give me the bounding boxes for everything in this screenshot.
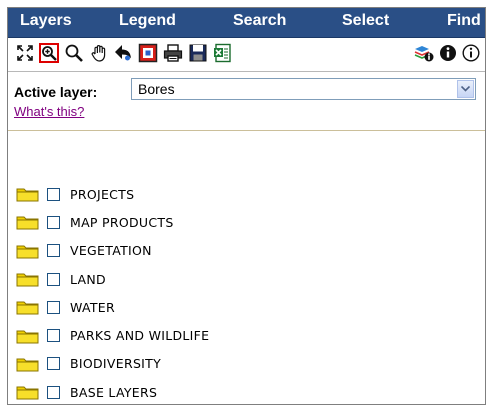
toolbar-divider: [8, 71, 485, 72]
section-divider: [8, 130, 485, 131]
layer-group-checkbox[interactable]: [47, 329, 60, 343]
layers-panel: Layers Legend Search Select Find Active …: [7, 7, 486, 405]
layer-group-label: LAND: [70, 271, 106, 287]
layer-group-label: PARKS AND WILDLIFE: [70, 328, 210, 344]
layer-group-item[interactable]: BASE LAYERS: [16, 378, 209, 404]
layer-group-item[interactable]: VEGETATION: [16, 237, 209, 265]
folder-icon[interactable]: [16, 328, 40, 344]
tab-search[interactable]: Search: [233, 12, 286, 30]
pan-hand-icon[interactable]: [88, 42, 110, 64]
layer-group-label: MAP PRODUCTS: [70, 214, 174, 230]
layer-group-checkbox[interactable]: [47, 244, 60, 258]
whats-this-link[interactable]: What's this?: [14, 104, 84, 119]
layer-group-item[interactable]: PARKS AND WILDLIFE: [16, 321, 209, 349]
layer-group-label: WATER: [70, 299, 115, 315]
active-layer-value: Bores: [138, 81, 175, 97]
folder-icon[interactable]: [16, 356, 40, 372]
active-layer-select[interactable]: Bores: [131, 78, 476, 100]
folder-icon[interactable]: [16, 186, 40, 202]
layer-group-label: PROJECTS: [70, 186, 135, 202]
folder-icon[interactable]: [16, 384, 40, 400]
info-icon[interactable]: [437, 42, 459, 64]
folder-icon[interactable]: [16, 299, 40, 315]
folder-icon[interactable]: [16, 214, 40, 230]
chevron-down-icon[interactable]: [457, 80, 474, 98]
layer-group-item[interactable]: LAND: [16, 265, 209, 293]
layer-group-checkbox[interactable]: [47, 272, 60, 286]
layer-group-item[interactable]: MAP PRODUCTS: [16, 208, 209, 236]
tab-bar: Layers Legend Search Select Find: [8, 8, 485, 38]
excel-export-icon[interactable]: [212, 42, 234, 64]
print-icon[interactable]: [162, 42, 184, 64]
layer-group-checkbox[interactable]: [47, 300, 60, 314]
active-layer-row: Active layer: Bores: [14, 78, 479, 104]
back-arrow-icon[interactable]: [112, 42, 134, 64]
layer-group-item[interactable]: WATER: [16, 293, 209, 321]
folder-icon[interactable]: [16, 271, 40, 287]
layer-group-checkbox[interactable]: [47, 187, 60, 201]
save-disk-icon[interactable]: [187, 42, 209, 64]
layer-group-label: BASE LAYERS: [70, 384, 158, 400]
layer-group-item[interactable]: PROJECTS: [16, 180, 209, 208]
layer-group-checkbox[interactable]: [47, 215, 60, 229]
info-outline-icon[interactable]: [460, 42, 482, 64]
layer-group-item[interactable]: BIODIVERSITY: [16, 350, 209, 378]
folder-icon[interactable]: [16, 243, 40, 259]
layer-group-label: BIODIVERSITY: [70, 356, 162, 372]
zoom-icon[interactable]: [63, 42, 85, 64]
map-toolbar: [8, 38, 485, 71]
layer-group-checkbox[interactable]: [47, 357, 60, 371]
active-layer-label: Active layer:: [14, 84, 98, 100]
layer-info-icon[interactable]: [413, 42, 435, 64]
tab-select[interactable]: Select: [342, 12, 389, 30]
layer-tree: PROJECTS MAP PRODUCTS VEGETATION LAND WATER P…: [16, 180, 209, 404]
tab-find[interactable]: Find: [447, 12, 481, 30]
red-square-icon[interactable]: [137, 42, 159, 64]
tab-layers[interactable]: Layers: [20, 12, 72, 30]
full-extent-icon[interactable]: [14, 42, 36, 64]
tab-legend[interactable]: Legend: [119, 12, 176, 30]
layer-group-label: VEGETATION: [70, 243, 152, 259]
layer-group-checkbox[interactable]: [47, 385, 60, 399]
zoom-in-box-icon[interactable]: [38, 42, 60, 64]
